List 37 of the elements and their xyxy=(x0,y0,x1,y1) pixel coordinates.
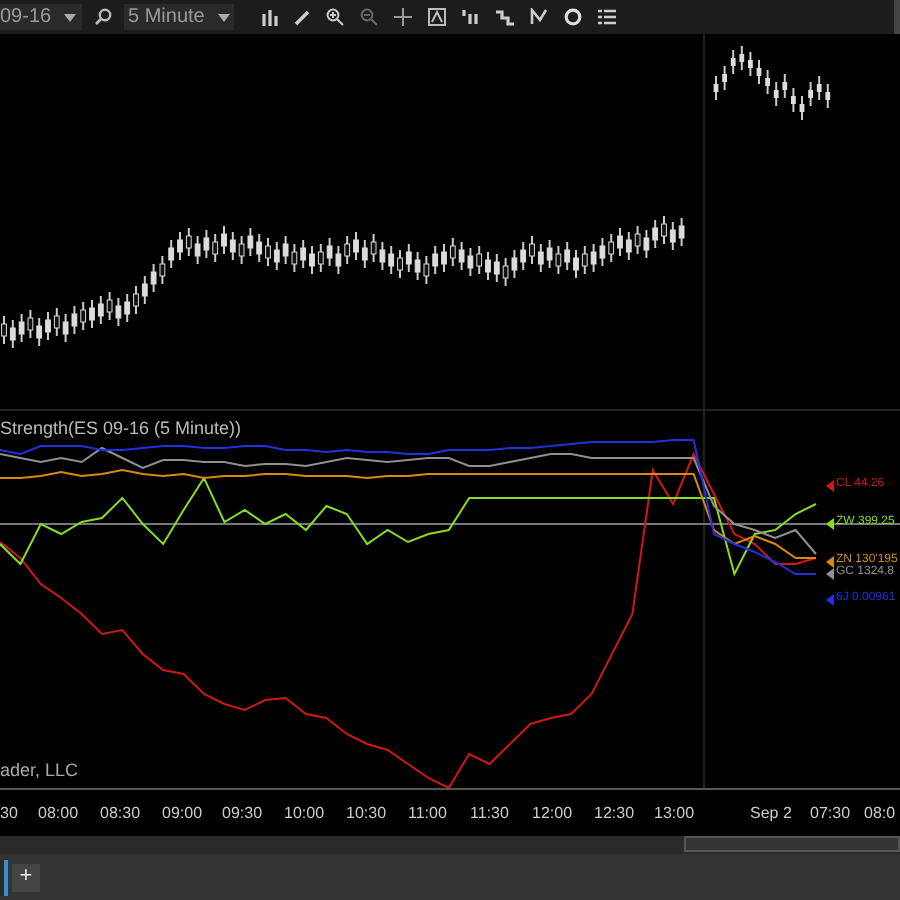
time-label: 08:30 xyxy=(100,802,141,826)
circle-icon[interactable] xyxy=(564,8,582,26)
list-icon[interactable] xyxy=(598,8,616,26)
time-label: 08:0 xyxy=(864,802,896,826)
pencil-icon[interactable] xyxy=(294,9,310,25)
time-label: 12:00 xyxy=(532,802,573,826)
line-drawing-icon[interactable] xyxy=(530,8,548,26)
caret-icon[interactable] xyxy=(218,13,230,21)
bar-chart-icon[interactable] xyxy=(262,9,278,25)
zoom-in-icon[interactable] xyxy=(326,8,344,26)
time-label: 07:30 xyxy=(810,802,851,826)
copyright-text: ader, LLC xyxy=(0,758,79,784)
chart-properties-icon[interactable] xyxy=(428,8,446,26)
time-label: 12:30 xyxy=(594,802,635,826)
time-label: 08:00 xyxy=(38,802,79,826)
search-icon[interactable] xyxy=(94,8,112,26)
time-label: 11:30 xyxy=(470,802,509,826)
add-tab-button[interactable]: + xyxy=(12,863,40,891)
time-label: 10:30 xyxy=(346,802,387,826)
time-label: Sep 2 xyxy=(750,802,792,826)
instrument-dropdown[interactable]: 09-16 xyxy=(0,4,82,30)
time-label: 11:00 xyxy=(408,802,447,826)
zoom-out-icon[interactable] xyxy=(360,8,378,26)
steps-icon[interactable] xyxy=(496,9,514,25)
candlestick-series xyxy=(713,45,831,121)
indicator-title: Strength(ES 09-16 (5 Minute)) xyxy=(0,416,242,442)
time-label: 09:00 xyxy=(162,802,203,826)
time-label: 09:30 xyxy=(222,802,263,826)
crosshair-icon[interactable] xyxy=(394,8,412,26)
time-label: 10:00 xyxy=(284,802,325,826)
time-label: 13:00 xyxy=(654,802,695,826)
bars-icon[interactable] xyxy=(462,10,480,24)
caret-icon[interactable] xyxy=(64,13,76,21)
chart-tab[interactable] xyxy=(0,859,8,895)
scrollbar-thumb[interactable] xyxy=(684,836,900,852)
interval-dropdown[interactable]: 5 Minute xyxy=(124,4,234,30)
time-label: 30 xyxy=(0,802,18,826)
